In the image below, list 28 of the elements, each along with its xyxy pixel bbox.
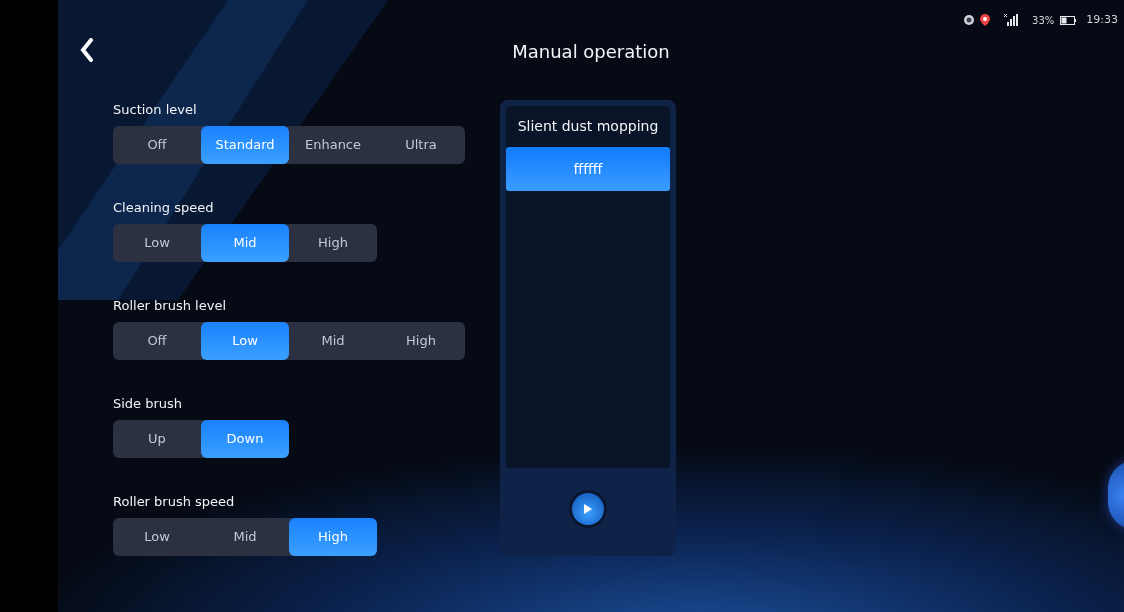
back-button[interactable] <box>80 38 94 62</box>
signal-icon <box>1004 14 1019 27</box>
segment-option[interactable]: Off <box>113 126 201 164</box>
segment-option[interactable]: Low <box>113 224 201 262</box>
clock-time: 19:33 <box>1086 12 1118 28</box>
segment-option[interactable]: High <box>377 322 465 360</box>
segment-option[interactable]: Off <box>113 322 201 360</box>
segment-option[interactable]: Ultra <box>377 126 465 164</box>
play-icon <box>584 504 592 514</box>
setting-label: Suction level <box>113 101 198 119</box>
play-button[interactable] <box>569 490 607 528</box>
segment-option[interactable]: Up <box>113 420 201 458</box>
segment-option[interactable]: Mid <box>201 518 289 556</box>
setting-label: Roller brush level <box>113 297 227 315</box>
battery-percent: 33% <box>1032 13 1055 28</box>
page-title: Manual operation <box>512 40 670 64</box>
setting-label: Side brush <box>113 395 184 413</box>
setting-label: Cleaning speed <box>113 199 215 217</box>
segment-option[interactable]: Enhance <box>289 126 377 164</box>
mode-title: Slient dust mopping <box>516 117 660 136</box>
location-icon <box>980 14 991 27</box>
status-circle-icon <box>964 15 975 26</box>
battery-icon <box>1060 15 1077 25</box>
back-icon <box>80 38 94 62</box>
segment-option[interactable]: High <box>289 224 377 262</box>
segment-option[interactable]: Low <box>113 518 201 556</box>
segment-option[interactable]: Mid <box>289 322 377 360</box>
setting-label: Roller brush speed <box>113 493 236 511</box>
